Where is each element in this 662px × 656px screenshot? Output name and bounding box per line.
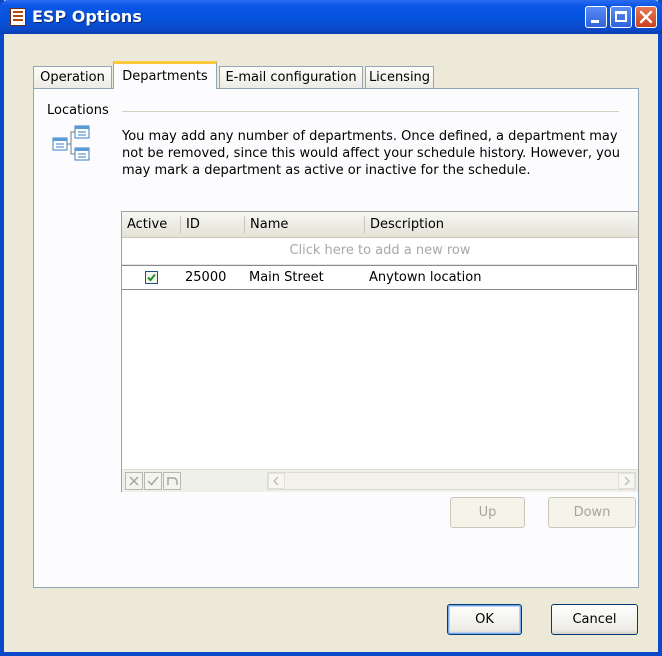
confirm-row-button[interactable]	[144, 472, 162, 490]
column-header-active[interactable]: Active	[122, 212, 167, 237]
undo-icon	[167, 477, 178, 485]
arrow-left-icon	[272, 476, 279, 486]
close-icon	[639, 10, 653, 24]
undo-row-button[interactable]	[163, 472, 181, 490]
ok-button[interactable]: OK	[447, 604, 522, 635]
checkmark-icon	[147, 273, 156, 282]
close-button[interactable]	[635, 6, 657, 28]
app-icon	[10, 8, 26, 26]
scroll-left-button[interactable]	[268, 473, 285, 489]
minimize-button[interactable]	[585, 6, 607, 28]
minimize-icon	[591, 20, 599, 23]
grid-navigator	[122, 469, 638, 492]
cell-description: Anytown location	[369, 270, 482, 285]
maximize-icon	[615, 11, 627, 22]
tab-departments[interactable]: Departments	[113, 61, 217, 89]
move-down-button[interactable]: Down	[548, 497, 636, 528]
scroll-right-button[interactable]	[618, 473, 635, 489]
departments-grid[interactable]: Active ID Name Description Click here to…	[121, 211, 639, 492]
delete-row-button[interactable]	[125, 472, 143, 490]
locations-icon	[52, 125, 90, 161]
move-up-button[interactable]: Up	[450, 497, 525, 528]
cell-name: Main Street	[249, 270, 324, 285]
active-checkbox[interactable]	[145, 271, 158, 284]
tab-licensing[interactable]: Licensing	[365, 66, 434, 88]
column-header-name[interactable]: Name	[245, 212, 288, 237]
cancel-button[interactable]: Cancel	[551, 604, 638, 635]
check-icon	[147, 476, 159, 486]
title-bar[interactable]: ESP Options	[0, 0, 662, 34]
group-divider	[122, 111, 619, 112]
tab-operation[interactable]: Operation	[33, 66, 112, 88]
table-row[interactable]: 25000 Main Street Anytown location	[122, 265, 637, 290]
group-label: Locations	[47, 103, 109, 118]
departments-description: You may add any number of departments. O…	[122, 129, 620, 178]
arrow-right-icon	[624, 476, 631, 486]
window-title: ESP Options	[32, 7, 142, 26]
add-new-row[interactable]: Click here to add a new row	[122, 238, 638, 265]
column-header-description[interactable]: Description	[365, 212, 444, 237]
tab-email-configuration[interactable]: E-mail configuration	[219, 66, 363, 88]
grid-header: Active ID Name Description	[122, 212, 638, 238]
column-header-id[interactable]: ID	[181, 212, 200, 237]
delete-icon	[129, 476, 139, 486]
maximize-button[interactable]	[610, 6, 632, 28]
cell-id: 25000	[185, 270, 227, 285]
horizontal-scrollbar[interactable]	[267, 472, 636, 490]
